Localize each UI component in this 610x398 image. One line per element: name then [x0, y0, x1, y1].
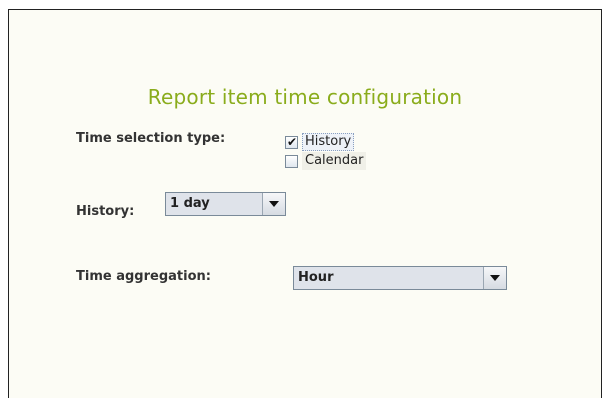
history-label: History: [76, 204, 135, 219]
calendar-checkbox-row[interactable]: Calendar [285, 152, 367, 170]
aggregation-dropdown-button[interactable] [484, 267, 506, 289]
aggregation-dropdown-value: Hour [294, 267, 484, 289]
history-checkbox-label[interactable]: History [302, 133, 355, 151]
history-dropdown-button[interactable] [263, 193, 285, 215]
calendar-checkbox-label[interactable]: Calendar [302, 152, 367, 170]
chevron-down-icon [490, 275, 500, 281]
panel-title: Report item time configuration [147, 85, 463, 109]
aggregation-dropdown[interactable]: Hour [293, 266, 507, 290]
chevron-down-icon [269, 201, 279, 207]
history-checkbox[interactable]: ✔ [285, 134, 298, 149]
history-dropdown-value: 1 day [166, 193, 263, 215]
time-config-panel: Report item time configuration Time sele… [8, 9, 602, 398]
time-selection-type-label: Time selection type: [76, 131, 226, 146]
history-dropdown[interactable]: 1 day [165, 192, 286, 216]
time-aggregation-label: Time aggregation: [76, 269, 211, 284]
history-checkbox-row[interactable]: ✔ History [285, 133, 355, 151]
calendar-checkbox[interactable] [285, 154, 298, 168]
check-icon: ✔ [287, 134, 298, 149]
